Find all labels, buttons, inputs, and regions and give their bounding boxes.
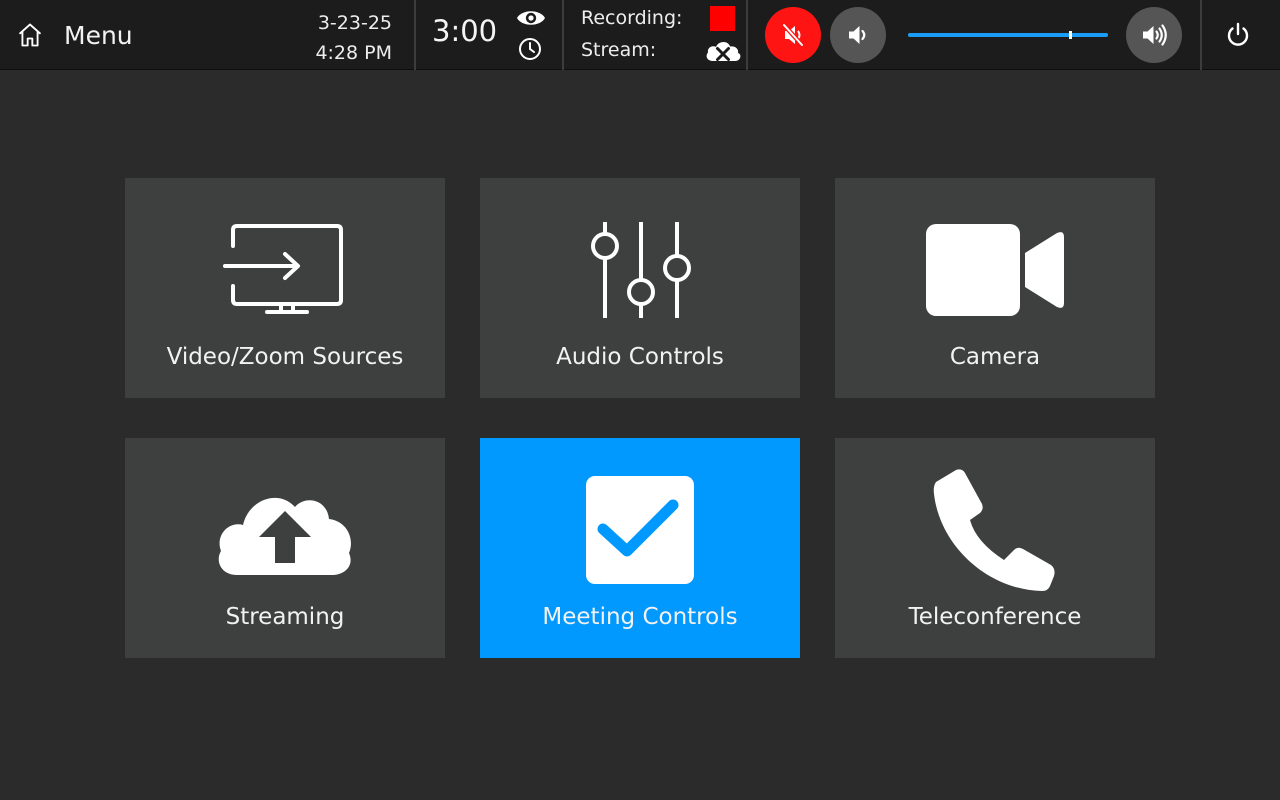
date-text: 3-23-25 xyxy=(317,12,392,34)
tile-streaming[interactable]: Streaming xyxy=(125,438,445,658)
timer-display: 3:00 xyxy=(432,14,498,48)
power-button[interactable] xyxy=(1218,15,1258,55)
home-menu-button[interactable]: Menu xyxy=(12,10,142,60)
divider xyxy=(414,0,416,70)
speaker-muted-icon xyxy=(782,23,804,47)
stream-label: Stream: xyxy=(581,39,657,61)
mute-button[interactable] xyxy=(765,7,821,63)
cloud-disconnected-icon[interactable] xyxy=(704,37,742,63)
sliders-icon xyxy=(591,222,691,318)
eye-icon[interactable] xyxy=(516,7,546,29)
volume-up-button[interactable] xyxy=(1126,7,1182,63)
checkbox-icon xyxy=(586,476,694,584)
tile-label: Meeting Controls xyxy=(542,604,738,630)
phone-icon xyxy=(933,469,1055,591)
recording-label: Recording: xyxy=(581,7,683,29)
clock-icon[interactable] xyxy=(518,37,542,61)
menu-label: Menu xyxy=(64,20,133,50)
date-time: 3-23-25 4:28 PM xyxy=(290,8,392,68)
speaker-high-icon xyxy=(1143,24,1167,46)
divider xyxy=(746,0,748,70)
monitor-input-icon xyxy=(223,224,343,314)
tile-audio-controls[interactable]: Audio Controls xyxy=(480,178,800,398)
volume-slider-thumb[interactable] xyxy=(1069,31,1072,39)
tile-label: Audio Controls xyxy=(556,344,724,370)
tile-label: Video/Zoom Sources xyxy=(166,344,404,370)
divider xyxy=(1200,0,1202,70)
volume-down-button[interactable] xyxy=(830,7,886,63)
speaker-low-icon xyxy=(849,26,866,44)
tile-video-zoom-sources[interactable]: Video/Zoom Sources xyxy=(125,178,445,398)
divider xyxy=(562,0,564,70)
power-icon xyxy=(1227,22,1249,46)
tile-label: Teleconference xyxy=(908,604,1082,630)
top-bar: Menu 3-23-25 4:28 PM 3:00 Recording: Str… xyxy=(0,0,1280,70)
menu-grid: Video/Zoom Sources Audio Controls Camera xyxy=(125,178,1155,658)
tile-label: Streaming xyxy=(225,604,345,630)
volume-slider-fill xyxy=(908,33,1108,37)
video-camera-icon xyxy=(926,224,1064,316)
home-icon xyxy=(18,23,42,47)
tile-meeting-controls[interactable]: Meeting Controls xyxy=(480,438,800,658)
time-text: 4:28 PM xyxy=(315,42,392,64)
cloud-upload-icon xyxy=(218,497,351,575)
tile-label: Camera xyxy=(949,344,1041,370)
volume-slider[interactable] xyxy=(908,31,1108,39)
recording-indicator[interactable] xyxy=(710,6,735,31)
tile-teleconference[interactable]: Teleconference xyxy=(835,438,1155,658)
tile-camera[interactable]: Camera xyxy=(835,178,1155,398)
